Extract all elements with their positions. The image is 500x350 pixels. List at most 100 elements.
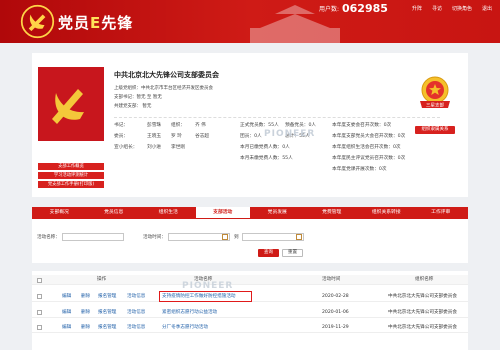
activity-table: 操作 活动名称 活动时间 组织名称 编辑 删除 报名管理 活动信息 支持疫情防控… [32,271,468,350]
meeting-count: 本年度支部党员大会召开次数：0次 [332,134,406,139]
row-checkbox[interactable] [37,325,42,330]
study-stats-button[interactable]: 学习活动评测统计 [38,172,104,179]
edit-link[interactable]: 编辑 [62,322,71,333]
header-link-upgrade[interactable]: 升阵 [412,5,422,12]
tab-branch-overview[interactable]: 支部概况 [32,207,87,218]
activity-date: 2020-02-28 [322,294,349,299]
query-button[interactable]: 查询 [258,249,279,257]
col-org-name: 组织名称 [415,277,434,282]
co-build-branch: 共建党支部： 暂无 [114,104,152,109]
activity-name-link[interactable]: 紧密组织志愿行动公益活动 [162,307,217,318]
tab-work-review[interactable]: 工作评审 [414,207,469,218]
table-header: 操作 活动名称 活动时间 组织名称 [32,275,468,285]
org-name: 中共北京北大先锋公司支部委员会 [114,71,219,79]
edit-link[interactable]: 编辑 [62,307,71,318]
logout-link[interactable]: 退出 [482,5,492,12]
meeting-count: 本年度组织生活会召开次数：0次 [332,145,401,150]
tab-dues-management[interactable]: 党费管理 [305,207,360,218]
reset-button[interactable]: 重置 [282,249,303,257]
member-label: 书记： [114,123,129,128]
member-value: 刘小进 [147,145,162,150]
signup-manage-link[interactable]: 报名管理 [98,322,116,333]
tab-member-development[interactable]: 党员发展 [250,207,305,218]
branch-secretary: 支部书记：暂无 至 暂无 [114,95,162,100]
delete-link[interactable]: 删除 [81,322,90,333]
search-panel: 活动名称： 活动时间： 到 查询 重置 [32,219,468,263]
start-date-input[interactable] [168,233,230,241]
member-value: 齐 伟 [195,123,206,128]
org-name-cell: 中共北京北大先锋公司支部委员会 [388,310,457,315]
tab-relation-transfer[interactable]: 组织关系转接 [359,207,414,218]
meeting-count: 本年度支委会召开次数：0次 [332,123,392,128]
member-value: 谷志超 [195,134,210,139]
activity-info-link[interactable]: 活动信息 [127,322,145,333]
work-manual-button[interactable]: 党支部工作手册(打印版) [38,181,104,188]
work-overview-button[interactable]: 支部工作概览 [38,163,104,170]
meeting-count: 本年度民主评议党员召开次数：0次 [332,156,406,161]
switch-role-link[interactable]: 切换角色 [452,5,472,12]
stat-league: 团员：0人 [240,134,262,139]
select-all-checkbox[interactable] [37,277,42,283]
divider [114,117,440,118]
member-label: 宣小组长： [114,145,138,150]
sidebar-buttons: 支部工作概览 学习活动评测统计 党支部工作手册(打印版) [38,163,104,190]
stat-probationary: 预备党员：0人 [285,123,317,128]
table-row: 编辑 删除 报名管理 活动信息 分厂冬季志愿行动活动 2019-11-29 中共… [32,322,468,333]
watermark: PIONEER [264,129,316,139]
org-relation-button[interactable]: 组织隶属关系 [415,126,455,134]
tab-branch-activity[interactable]: 支部活动 [195,207,250,218]
delete-link[interactable]: 删除 [81,291,90,302]
member-value: 李世刚 [171,145,186,150]
to-label: 到 [234,235,239,240]
badge-title: 三星支部 [426,102,444,109]
member-value: 彭雪珠 [147,123,162,128]
table-row: 编辑 删除 报名管理 活动信息 紧密组织志愿行动公益活动 2020-01-06 … [32,307,468,318]
party-emblem-icon [38,67,104,141]
user-count-label: 用户数: [318,6,339,13]
nav-tabs: 支部概况 党员信息 组织生活 支部活动 党员发展 党费管理 组织关系转接 工作评… [32,207,468,218]
watermark: PIONEER [182,281,234,291]
stat-unpaid-dues: 本月未缴党费人数：55人 [240,156,293,161]
hammer-sickle-icon [20,4,55,39]
org-name-cell: 中共北京北大先锋公司支部委员会 [388,325,457,330]
header-right: 用户数: 062985 升阵 寻访 切换角色 退出 [319,2,492,15]
col-actions: 操作 [97,277,107,282]
delete-link[interactable]: 删除 [81,307,90,318]
stat-formal-members: 正式党员数：55人 [240,123,279,128]
app-title: 党员E先锋 [58,14,134,32]
app-header: 党员E先锋 用户数: 062985 升阵 寻访 切换角色 退出 [0,0,500,43]
edit-link[interactable]: 编辑 [62,291,71,302]
member-label: 委员： [114,134,129,139]
stat-paid-dues: 本月已缴党费人数：0人 [240,145,290,150]
col-activity-time: 活动时间 [322,277,341,282]
header-link-visit[interactable]: 寻访 [432,5,442,12]
activity-name-link[interactable]: 分厂冬季志愿行动活动 [162,322,208,333]
row-checkbox[interactable] [37,294,42,299]
highlight-box [159,291,252,302]
end-date-input[interactable] [242,233,304,241]
star-badge-icon: 三星支部 [420,76,450,109]
calendar-icon[interactable] [296,234,302,240]
activity-time-label: 活动时间： [143,235,166,240]
tab-org-life[interactable]: 组织生活 [141,207,196,218]
org-name-cell: 中共北京北大先锋公司支部委员会 [388,294,457,299]
signup-manage-link[interactable]: 报名管理 [98,307,116,318]
tab-member-info[interactable]: 党员信息 [87,207,142,218]
activity-info-link[interactable]: 活动信息 [127,307,145,318]
member-value: 罗 玲 [171,134,182,139]
row-checkbox[interactable] [37,310,42,315]
calendar-icon[interactable] [222,234,228,240]
activity-date: 2020-01-06 [322,310,349,315]
superior-org: 上级党组织：中共北京市丰台区经济开发区委员会 [114,86,213,91]
user-count: 062985 [342,2,388,15]
activity-name-label: 活动名称： [37,235,60,240]
meeting-count: 本年度党课开展次数：0次 [332,167,387,172]
member-label: 组织： [171,123,186,128]
signup-manage-link[interactable]: 报名管理 [98,291,116,302]
org-photo [38,67,104,141]
activity-name-input[interactable] [62,233,124,241]
activity-info-link[interactable]: 活动信息 [127,291,145,302]
member-value: 王晓玉 [147,134,162,139]
activity-date: 2019-11-29 [322,325,349,330]
org-info-card: 支部工作概览 学习活动评测统计 党支部工作手册(打印版) 中共北京北大先锋公司支… [32,53,468,197]
